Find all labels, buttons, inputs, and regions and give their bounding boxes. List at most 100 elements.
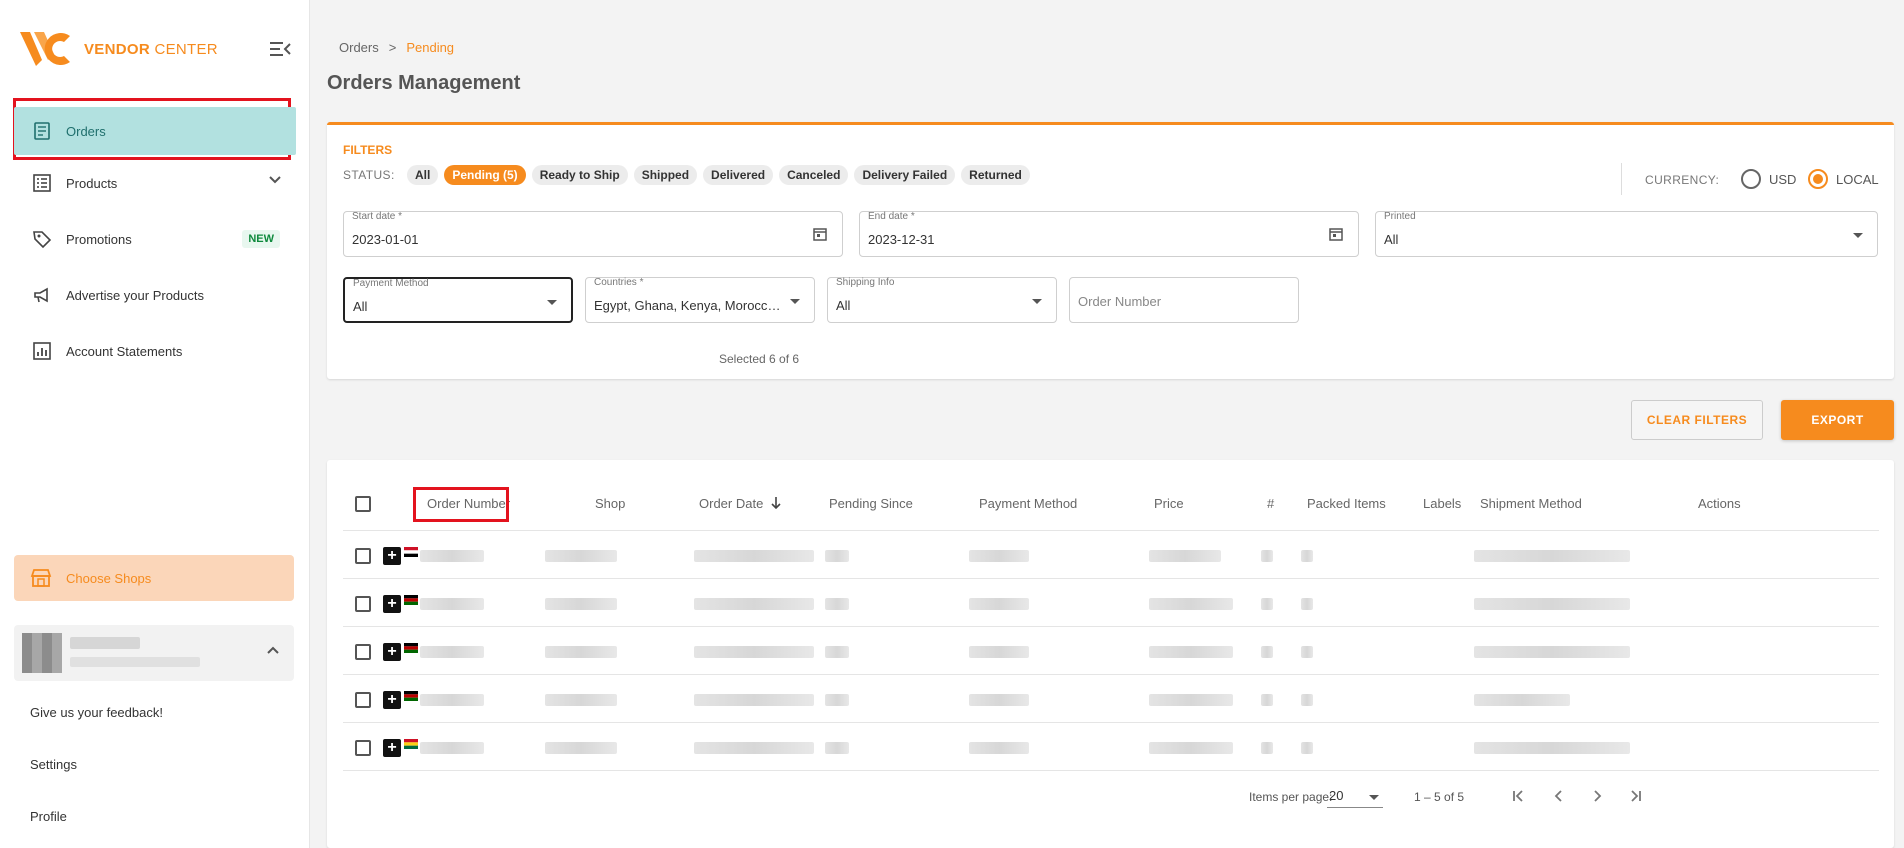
row-checkbox[interactable] <box>355 740 371 756</box>
column-price[interactable]: Price <box>1154 496 1184 511</box>
expand-row-icon[interactable]: + <box>383 691 401 709</box>
sidebar-item-label: Promotions <box>66 231 132 247</box>
row-checkbox[interactable] <box>355 644 371 660</box>
column-labels[interactable]: Labels <box>1423 496 1461 511</box>
order-date-blurred <box>694 694 814 706</box>
next-page-button[interactable] <box>1587 785 1609 807</box>
status-chip-pending[interactable]: Pending (5) <box>444 165 526 185</box>
dropdown-caret-icon <box>1369 795 1379 800</box>
status-chip-returned[interactable]: Returned <box>961 165 1030 185</box>
avatar <box>22 633 62 673</box>
choose-shops-button[interactable]: Choose Shops <box>14 555 294 601</box>
expand-row-icon[interactable]: + <box>383 547 401 565</box>
last-page-button[interactable] <box>1624 785 1646 807</box>
export-button[interactable]: EXPORT <box>1781 400 1894 440</box>
dropdown-caret-icon <box>547 300 557 305</box>
kenya-flag-icon <box>404 691 418 701</box>
packed-items-blurred <box>1301 646 1313 658</box>
column-shop[interactable]: Shop <box>595 496 625 511</box>
expand-row-icon[interactable]: + <box>383 643 401 661</box>
first-page-button[interactable] <box>1508 785 1530 807</box>
field-label: End date * <box>868 211 915 222</box>
field-label: Start date * <box>352 211 403 222</box>
list-icon <box>32 173 52 193</box>
order-date-blurred <box>694 646 814 658</box>
column-actions[interactable]: Actions <box>1698 496 1741 511</box>
row-checkbox[interactable] <box>355 596 371 612</box>
first-page-icon <box>1513 790 1523 802</box>
kenya-flag-icon <box>404 595 418 605</box>
currency-radio-usd[interactable]: USD <box>1741 169 1796 189</box>
calendar-icon[interactable] <box>1328 226 1344 242</box>
status-chip-shipped[interactable]: Shipped <box>633 165 698 185</box>
price-blurred <box>1149 550 1221 562</box>
shipping-info-select[interactable]: Shipping Info All <box>827 277 1057 323</box>
status-chip-canceled[interactable]: Canceled <box>779 165 849 185</box>
kenya-flag-icon <box>404 643 418 653</box>
currency-radio-local[interactable]: LOCAL <box>1808 169 1879 189</box>
sidebar-item-label: Advertise your Products <box>66 287 205 303</box>
select-all-checkbox[interactable] <box>355 496 371 512</box>
feedback-link[interactable]: Give us your feedback! <box>30 705 163 720</box>
status-label: STATUS: <box>343 168 395 182</box>
collapse-menu-icon[interactable] <box>270 40 292 58</box>
arrow-down-icon <box>771 497 781 510</box>
profile-link[interactable]: Profile <box>30 809 67 824</box>
order-number-input[interactable]: Order Number <box>1069 277 1299 323</box>
previous-page-button[interactable] <box>1547 785 1569 807</box>
choose-shops-label: Choose Shops <box>66 570 152 586</box>
vc-logo-icon <box>20 32 70 66</box>
sidebar-item-products[interactable]: Products <box>0 155 310 211</box>
egypt-flag-icon <box>404 547 418 557</box>
pending-since-blurred <box>825 550 849 562</box>
breadcrumb-current: Pending <box>406 40 455 55</box>
shop-blurred <box>545 694 617 706</box>
packed-items-blurred <box>1301 742 1313 754</box>
column-shipment-method[interactable]: Shipment Method <box>1480 496 1582 511</box>
order-number-blurred <box>420 694 484 706</box>
chevron-right-icon <box>1594 790 1602 802</box>
expand-row-icon[interactable]: + <box>383 595 401 613</box>
calendar-icon[interactable] <box>812 226 828 242</box>
row-checkbox[interactable] <box>355 548 371 564</box>
items-per-page-select[interactable]: 20 <box>1327 784 1383 808</box>
pending-since-blurred <box>825 742 849 754</box>
chevron-up-icon[interactable] <box>266 645 280 655</box>
status-chip-delivered[interactable]: Delivered <box>703 165 774 185</box>
clear-filters-button[interactable]: CLEAR FILTERS <box>1631 400 1763 440</box>
account-switcher[interactable] <box>14 625 294 681</box>
status-chip-delivery-failed[interactable]: Delivery Failed <box>854 165 956 185</box>
status-chip-all[interactable]: All <box>407 165 439 185</box>
field-label: Printed <box>1384 211 1416 222</box>
payment-method-blurred <box>969 598 1029 610</box>
items-per-page-value: 20 <box>1329 788 1344 803</box>
end-date-field[interactable]: End date * 2023-12-31 <box>859 211 1359 257</box>
packed-items-blurred <box>1301 694 1313 706</box>
dropdown-caret-icon <box>1032 299 1042 304</box>
column-order-date[interactable]: Order Date <box>699 496 781 511</box>
pagination-range: 1 – 5 of 5 <box>1414 790 1465 804</box>
status-chip-ready-to-ship[interactable]: Ready to Ship <box>531 165 628 185</box>
row-checkbox[interactable] <box>355 692 371 708</box>
start-date-field[interactable]: Start date * 2023-01-01 <box>343 211 843 257</box>
column-pending-since[interactable]: Pending Since <box>829 496 913 511</box>
column-payment-method[interactable]: Payment Method <box>979 496 1077 511</box>
settings-link[interactable]: Settings <box>30 757 77 772</box>
countries-select[interactable]: Countries * Egypt, Ghana, Kenya, Morocco… <box>585 277 815 323</box>
payment-method-select[interactable]: Payment Method All <box>343 277 573 323</box>
expand-row-icon[interactable]: + <box>383 739 401 757</box>
sidebar-item-promotions[interactable]: Promotions NEW <box>0 211 310 267</box>
sidebar-item-account-statements[interactable]: Account Statements <box>0 323 310 379</box>
sidebar-item-orders[interactable]: Orders <box>14 107 296 155</box>
breadcrumb-orders[interactable]: Orders <box>339 40 379 55</box>
field-label: Shipping Info <box>836 277 895 288</box>
breadcrumb: Orders > Pending <box>339 40 454 55</box>
vendor-center-logo[interactable]: VENDOR CENTER <box>20 30 218 68</box>
column-count[interactable]: # <box>1267 496 1274 511</box>
sidebar-item-advertise[interactable]: Advertise your Products <box>0 267 310 323</box>
printed-select[interactable]: Printed All <box>1375 211 1878 257</box>
sidebar-item-label: Account Statements <box>66 343 183 359</box>
shipment-method-blurred <box>1474 598 1630 610</box>
chevron-down-icon[interactable] <box>268 175 282 185</box>
column-packed-items[interactable]: Packed Items <box>1307 496 1386 511</box>
